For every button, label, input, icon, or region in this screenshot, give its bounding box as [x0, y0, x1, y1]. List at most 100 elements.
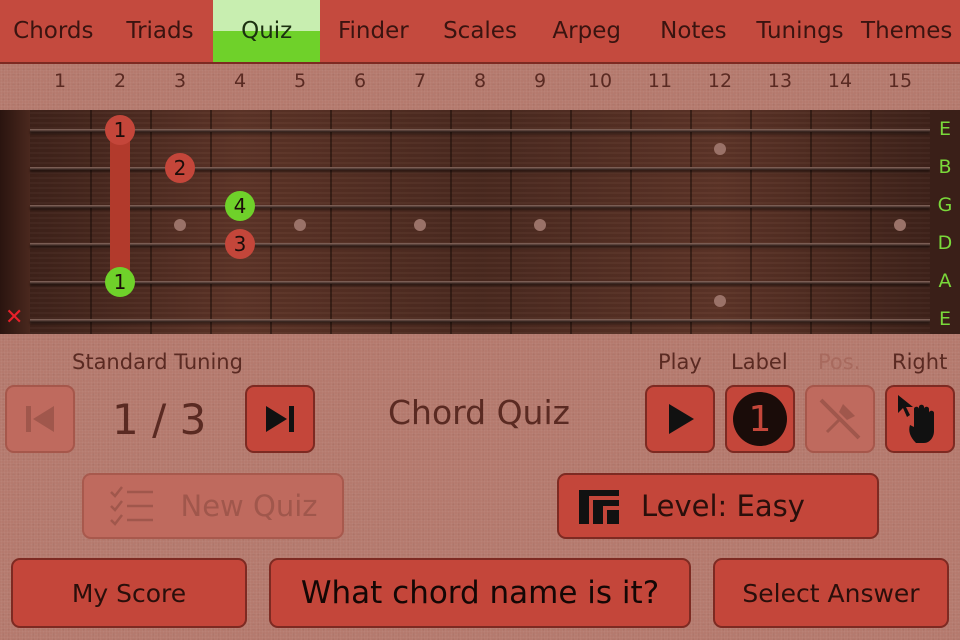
tab-triads[interactable]: Triads	[107, 0, 214, 62]
fret-wire	[510, 110, 512, 334]
fret-wire	[150, 110, 152, 334]
finger-dot[interactable]: 4	[225, 191, 255, 221]
fret-wire	[90, 110, 92, 334]
level-button[interactable]: Level: Easy	[557, 473, 879, 539]
tab-themes[interactable]: Themes	[853, 0, 960, 62]
label-label: Label	[731, 350, 788, 374]
fret-number: 5	[293, 70, 307, 92]
fret-inlay	[534, 219, 546, 231]
question-label: What chord name is it?	[300, 575, 660, 611]
skip-forward-icon	[266, 406, 294, 432]
string-name: B	[938, 156, 952, 178]
string-name: E	[938, 118, 951, 140]
fret-number: 4	[233, 70, 247, 92]
fret-number: 15	[887, 70, 913, 92]
fret-wire	[270, 110, 272, 334]
tab-tunings[interactable]: Tunings	[747, 0, 854, 62]
fret-wire	[870, 110, 872, 334]
guitar-string	[30, 281, 930, 284]
tuning-label: Standard Tuning	[72, 350, 243, 374]
fret-inlay	[294, 219, 306, 231]
skip-back-icon	[26, 406, 54, 432]
finger-dot[interactable]: 3	[225, 229, 255, 259]
fret-number: 1	[53, 70, 67, 92]
string-names: EBGDAE	[930, 110, 960, 334]
fret-number: 14	[827, 70, 853, 92]
tab-bar: Chords Triads Quiz Finder Scales Arpeg Notes Tu…	[0, 0, 960, 64]
play-icon	[669, 404, 694, 434]
previous-button[interactable]	[5, 385, 75, 453]
pin-icon	[819, 398, 861, 440]
fret-number: 2	[113, 70, 127, 92]
fret-number: 8	[473, 70, 487, 92]
fret-inlay	[414, 219, 426, 231]
right-label: Right	[892, 350, 948, 374]
new-quiz-label: New Quiz	[180, 489, 318, 523]
fret-number-row: 1 2 3 4 5 6 7 8 9 10 11 12 13 14 15	[0, 70, 960, 100]
label-value-badge: 1	[733, 392, 787, 446]
fret-number: 3	[173, 70, 187, 92]
fret-inlay	[714, 143, 726, 155]
guitar-string	[30, 205, 930, 208]
pos-label: Pos.	[818, 350, 861, 374]
fret-number: 6	[353, 70, 367, 92]
fret-wire	[330, 110, 332, 334]
select-answer-label: Select Answer	[742, 578, 920, 608]
checklist-icon	[109, 486, 153, 526]
tab-scales[interactable]: Scales	[427, 0, 534, 62]
quiz-counter: 1 / 3	[112, 395, 207, 444]
string-name: E	[938, 308, 951, 330]
finger-dot[interactable]: 1	[105, 267, 135, 297]
string-name: G	[937, 194, 953, 216]
fretboard[interactable]: 12431 ✕ EBGDAE	[0, 110, 960, 334]
fret-number: 9	[533, 70, 547, 92]
fretboard-wood	[0, 110, 960, 334]
fret-number: 11	[647, 70, 673, 92]
string-name: A	[938, 270, 952, 292]
fret-wire	[690, 110, 692, 334]
fret-wire	[210, 110, 212, 334]
my-score-label: My Score	[71, 578, 187, 608]
barre	[110, 130, 130, 282]
level-label: Level: Easy	[641, 489, 805, 523]
new-quiz-button[interactable]: New Quiz	[82, 473, 344, 539]
fret-wire	[630, 110, 632, 334]
tab-arpeg[interactable]: Arpeg	[533, 0, 640, 62]
fret-inlay	[174, 219, 186, 231]
string-name: D	[937, 232, 953, 254]
position-button[interactable]	[805, 385, 875, 453]
tab-chords[interactable]: Chords	[0, 0, 107, 62]
fret-wire	[750, 110, 752, 334]
fret-inlay	[714, 295, 726, 307]
select-answer-button[interactable]: Select Answer	[713, 558, 949, 628]
next-button[interactable]	[245, 385, 315, 453]
hand-pointer-icon	[898, 395, 934, 443]
tab-finder[interactable]: Finder	[320, 0, 427, 62]
page-title: Chord Quiz	[388, 393, 570, 432]
finger-dot[interactable]: 1	[105, 115, 135, 145]
fret-wire	[810, 110, 812, 334]
tab-notes[interactable]: Notes	[640, 0, 747, 62]
fret-inlay	[894, 219, 906, 231]
label-value: 1	[748, 398, 772, 440]
right-hand-button[interactable]	[885, 385, 955, 453]
fret-wire	[450, 110, 452, 334]
fret-number: 12	[707, 70, 733, 92]
fret-wire	[570, 110, 572, 334]
fret-number: 10	[587, 70, 613, 92]
fret-number: 7	[413, 70, 427, 92]
fret-number: 13	[767, 70, 793, 92]
mute-string-close-icon[interactable]: ✕	[5, 307, 23, 329]
level-icon	[579, 490, 619, 524]
play-button[interactable]	[645, 385, 715, 453]
label-toggle-button[interactable]: 1	[725, 385, 795, 453]
guitar-string	[30, 319, 930, 322]
play-label: Play	[658, 350, 702, 374]
finger-dot[interactable]: 2	[165, 153, 195, 183]
tab-quiz[interactable]: Quiz	[213, 0, 321, 62]
question-button[interactable]: What chord name is it?	[269, 558, 691, 628]
fret-wire	[390, 110, 392, 334]
nut	[0, 110, 30, 334]
guitar-string	[30, 129, 930, 132]
my-score-button[interactable]: My Score	[11, 558, 247, 628]
